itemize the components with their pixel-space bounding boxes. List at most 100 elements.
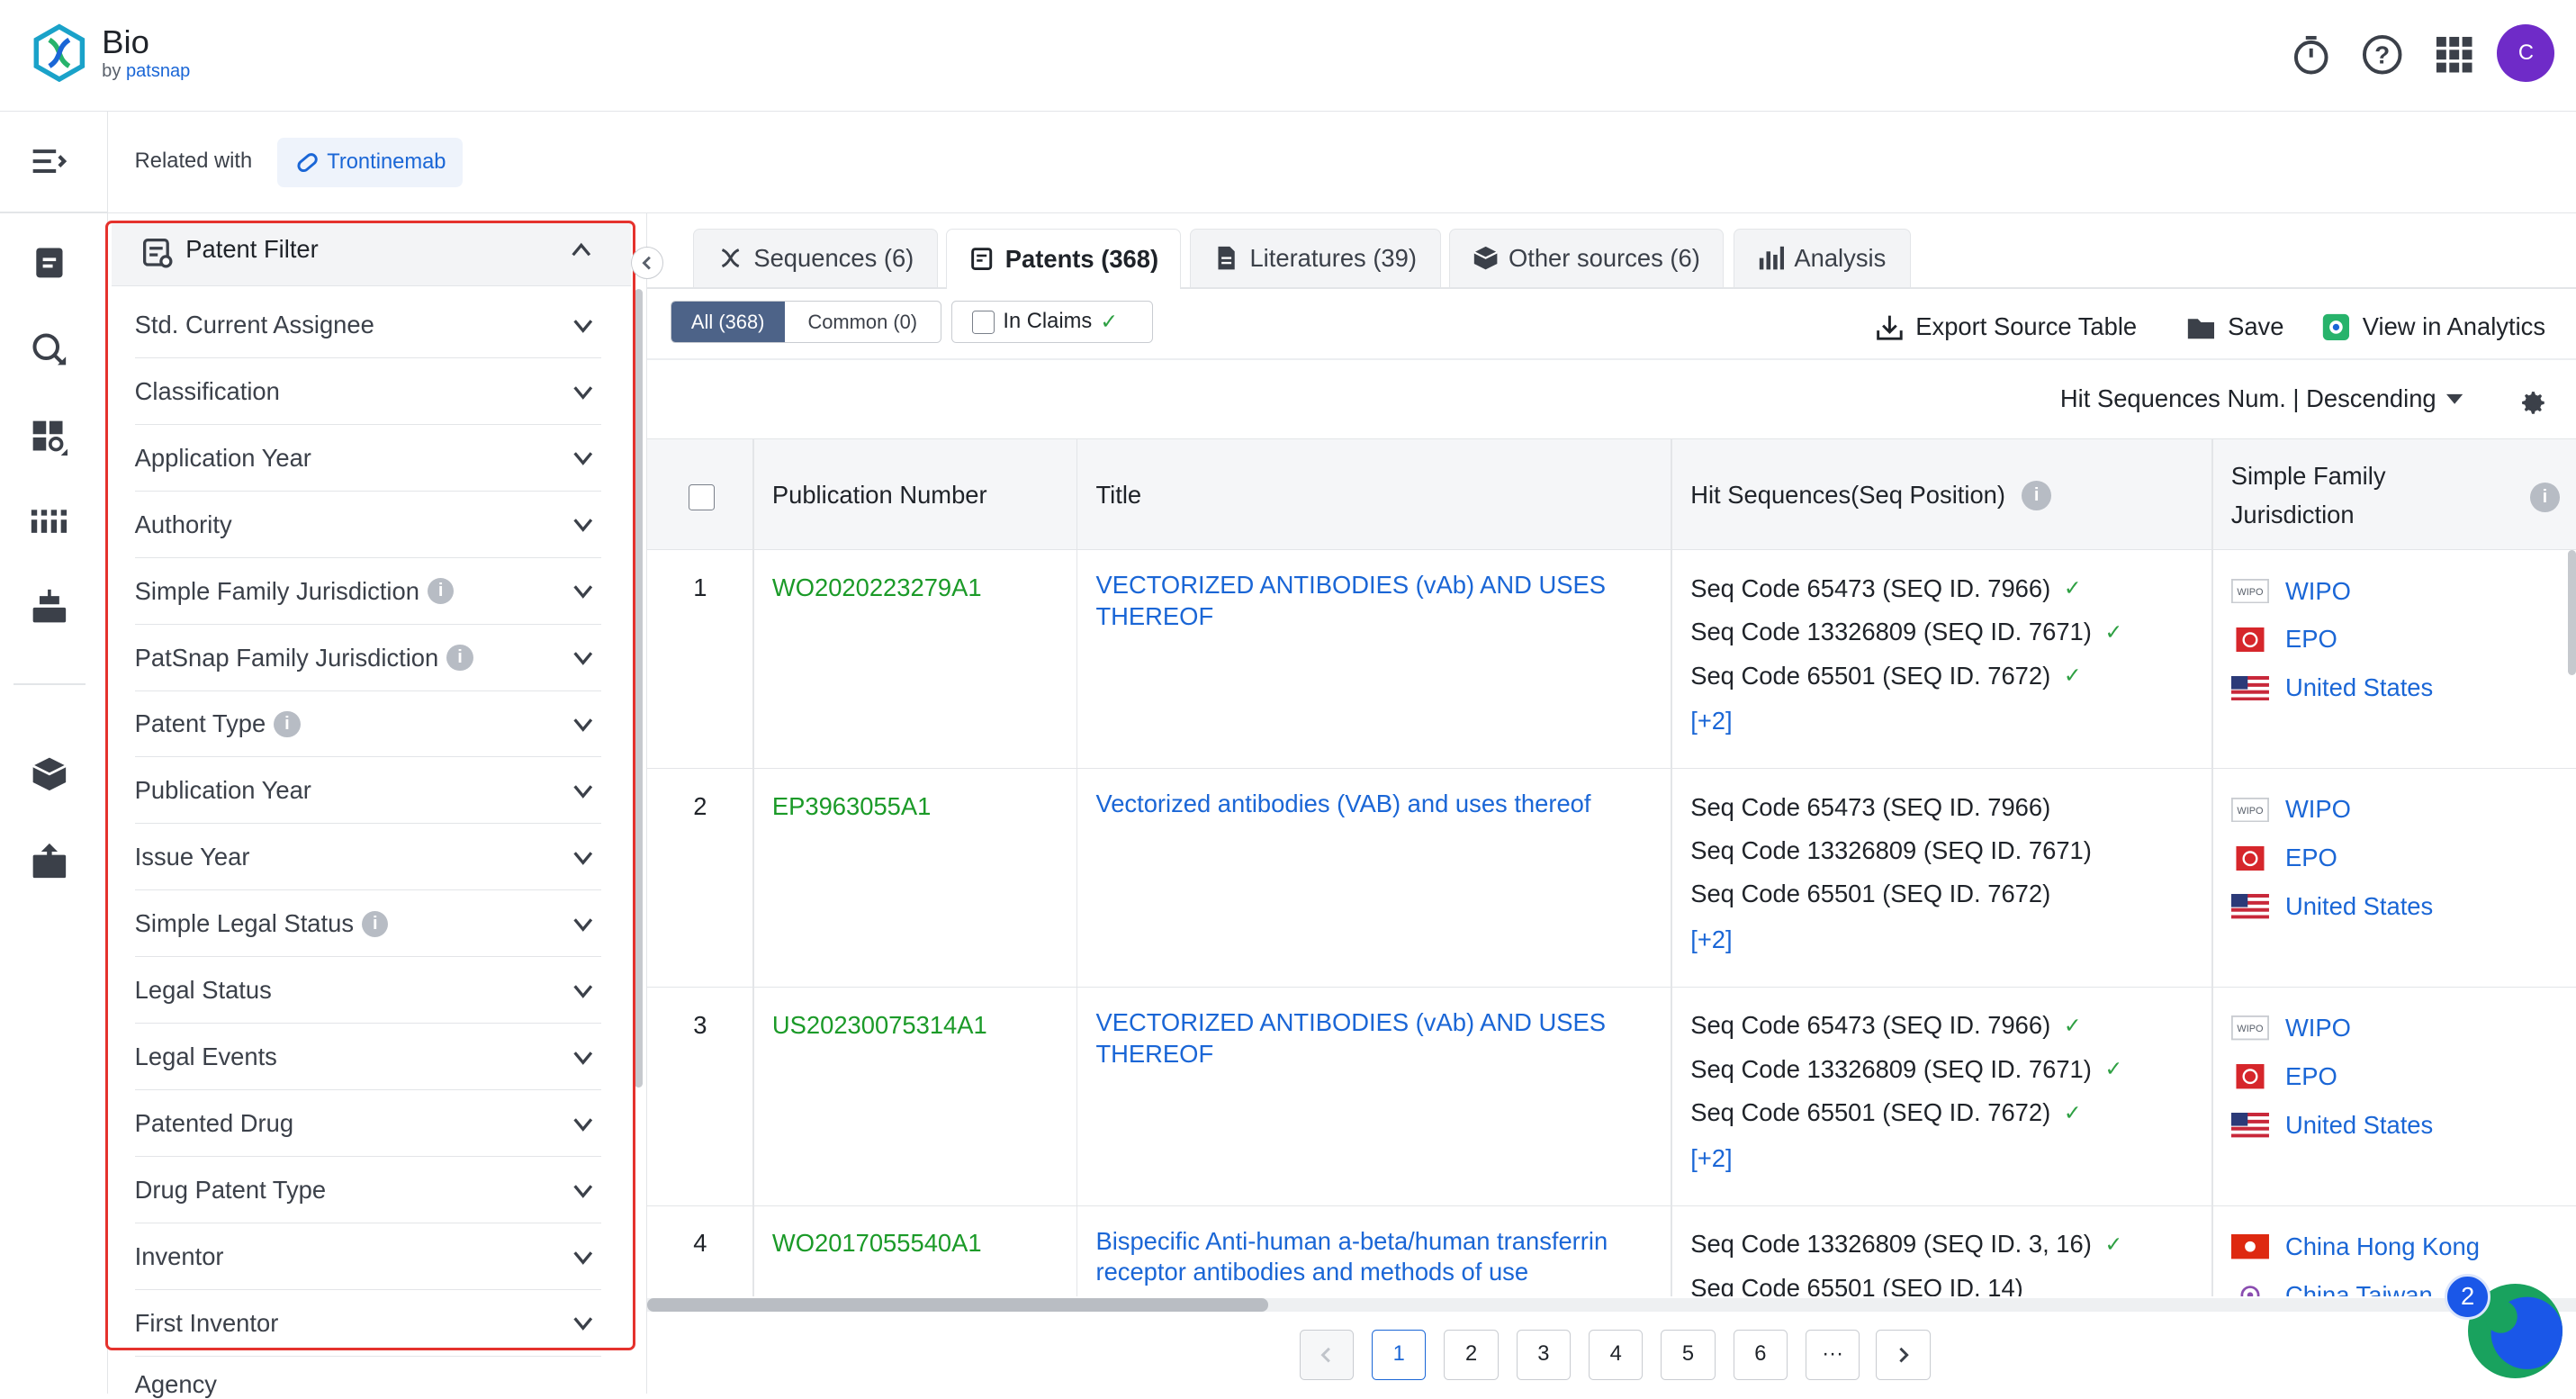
jurisdiction-item[interactable]: WIPOWIPO (2231, 1004, 2576, 1052)
tab-literatures[interactable]: Literatures (39) (1190, 229, 1441, 288)
chevron-down-icon[interactable] (572, 1312, 595, 1335)
chevron-down-icon[interactable] (572, 1113, 595, 1136)
table-row[interactable]: 3US20230075314A1VECTORIZED ANTIBODIES (v… (647, 988, 2576, 1206)
patent-title-link[interactable]: VECTORIZED ANTIBODIES (vAb) AND USES THE… (1095, 570, 1662, 632)
table-vertical-scrollbar[interactable] (2568, 550, 2576, 675)
folder-upload-icon[interactable] (30, 842, 69, 881)
more-pages-button[interactable]: ··· (1806, 1330, 1860, 1381)
tab-analysis[interactable]: Analysis (1734, 229, 1911, 288)
more-sequences-link[interactable]: [+2] (1690, 1134, 2184, 1182)
cube-icon[interactable] (30, 754, 69, 794)
jurisdiction-item[interactable]: WIPOWIPO (2231, 567, 2576, 616)
publication-number-link[interactable]: WO2017055540A1 (772, 1229, 982, 1258)
header-publication-number[interactable]: Publication Number (772, 439, 987, 551)
header-hit-sequences[interactable]: Hit Sequences(Seq Position) i (1690, 439, 2051, 551)
filter-item[interactable]: Patent Typei (135, 691, 601, 757)
filter-item-agency[interactable]: Agency (135, 1370, 217, 1399)
help-icon[interactable]: ? (2361, 33, 2403, 76)
filter-item[interactable]: Legal Events (135, 1024, 601, 1090)
header-title[interactable]: Title (1095, 439, 1141, 551)
publication-number-link[interactable]: WO2020223279A1 (772, 573, 982, 602)
info-icon[interactable]: i (2022, 481, 2051, 510)
page-button-3[interactable]: 3 (1517, 1330, 1571, 1381)
info-icon[interactable]: i (274, 711, 300, 737)
page-button-2[interactable]: 2 (1444, 1330, 1498, 1381)
collapse-panel-button[interactable] (631, 247, 664, 280)
info-icon[interactable]: i (446, 645, 473, 671)
jurisdiction-item[interactable]: United States (2231, 1101, 2576, 1150)
export-source-table-button[interactable]: Export Source Table (1875, 309, 2137, 345)
in-claims-filter[interactable]: In Claims ✓ (951, 301, 1154, 343)
filter-item[interactable]: Classification (135, 359, 601, 425)
filter-item[interactable]: Simple Legal Statusi (135, 891, 601, 957)
structure-search-icon[interactable] (30, 418, 69, 457)
chevron-down-icon[interactable] (572, 314, 595, 338)
chevron-up-icon[interactable] (570, 239, 593, 262)
tab-sequences[interactable]: Sequences (6) (693, 229, 938, 288)
header-simple-family-jurisdiction[interactable]: Simple Family Jurisdiction (2231, 439, 2386, 551)
in-claims-checkbox[interactable] (972, 311, 995, 334)
tab-other[interactable]: Other sources (6) (1449, 229, 1724, 288)
apps-grid-icon[interactable] (2433, 33, 2475, 76)
chevron-down-icon[interactable] (572, 381, 595, 404)
page-button-5[interactable]: 5 (1661, 1330, 1715, 1381)
gear-icon[interactable] (2518, 388, 2548, 418)
panel-scrollbar[interactable] (635, 289, 643, 1088)
jurisdiction-item[interactable]: EPO (2231, 1052, 2576, 1101)
filter-item[interactable]: Issue Year (135, 825, 601, 890)
chevron-down-icon[interactable] (572, 646, 595, 670)
patent-title-link[interactable]: Vectorized antibodies (VAB) and uses the… (1095, 789, 1662, 820)
select-all-checkbox[interactable] (689, 484, 715, 510)
related-drug-chip[interactable]: Trontinemab (277, 138, 462, 187)
table-row[interactable]: 1WO2020223279A1VECTORIZED ANTIBODIES (vA… (647, 550, 2576, 769)
notebook-icon[interactable] (30, 243, 69, 283)
patent-title-link[interactable]: Bispecific Anti-human a-beta/human trans… (1095, 1226, 1662, 1288)
save-button[interactable]: Save (2186, 309, 2283, 345)
search-icon[interactable] (30, 330, 69, 370)
tray-icon[interactable] (30, 588, 69, 627)
chevron-down-icon[interactable] (572, 913, 595, 936)
chevron-down-icon[interactable] (572, 513, 595, 537)
filter-item[interactable]: Patented Drug (135, 1091, 601, 1157)
menu-collapse-icon[interactable] (30, 143, 69, 183)
chevron-down-icon[interactable] (572, 1046, 595, 1070)
filter-item[interactable]: Inventor (135, 1224, 601, 1290)
filter-item[interactable]: Application Year (135, 426, 601, 492)
chevron-down-icon[interactable] (572, 846, 595, 870)
filter-item[interactable]: Authority (135, 492, 601, 558)
jurisdiction-item[interactable]: China Hong Kong (2231, 1223, 2576, 1271)
scope-common-button[interactable]: Common (0) (785, 302, 941, 342)
chevron-down-icon[interactable] (572, 780, 595, 803)
timer-icon[interactable] (2290, 33, 2332, 76)
filter-item[interactable]: Drug Patent Type (135, 1158, 601, 1223)
filter-item[interactable]: First Inventor (135, 1291, 601, 1357)
info-icon[interactable]: i (2530, 483, 2560, 512)
info-icon[interactable]: i (428, 578, 454, 604)
table-row[interactable]: 4WO2017055540A1Bispecific Anti-human a-b… (647, 1206, 2576, 1296)
chevron-down-icon[interactable] (572, 713, 595, 736)
next-page-button[interactable] (1876, 1330, 1930, 1381)
page-button-4[interactable]: 4 (1589, 1330, 1643, 1381)
bio-logo-icon[interactable] (30, 23, 89, 83)
chevron-down-icon[interactable] (572, 447, 595, 470)
filter-item[interactable]: Std. Current Assignee (135, 293, 601, 358)
jurisdiction-item[interactable]: WIPOWIPO (2231, 785, 2576, 834)
filter-item[interactable]: Legal Status (135, 958, 601, 1024)
filter-item[interactable]: Publication Year (135, 758, 601, 824)
jurisdiction-item[interactable]: EPO (2231, 616, 2576, 664)
patent-title-link[interactable]: VECTORIZED ANTIBODIES (vAb) AND USES THE… (1095, 1007, 1662, 1070)
more-sequences-link[interactable]: [+2] (1690, 698, 2184, 745)
chevron-down-icon[interactable] (572, 979, 595, 1003)
sort-dropdown[interactable]: Hit Sequences Num. | Descending (2060, 384, 2463, 413)
tab-patents[interactable]: Patents (368) (946, 229, 1181, 290)
scope-all-button[interactable]: All (368) (671, 302, 785, 342)
jurisdiction-item[interactable]: EPO (2231, 834, 2576, 882)
table-row[interactable]: 2EP3963055A1Vectorized antibodies (VAB) … (647, 769, 2576, 988)
more-sequences-link[interactable]: [+2] (1690, 916, 2184, 964)
chevron-down-icon[interactable] (572, 1179, 595, 1203)
table-horizontal-scrollbar[interactable] (647, 1298, 1268, 1312)
page-button-1[interactable]: 1 (1372, 1330, 1426, 1381)
prev-page-button[interactable] (1300, 1330, 1354, 1381)
sequence-grid-icon[interactable] (30, 503, 69, 543)
chevron-down-icon[interactable] (572, 580, 595, 603)
